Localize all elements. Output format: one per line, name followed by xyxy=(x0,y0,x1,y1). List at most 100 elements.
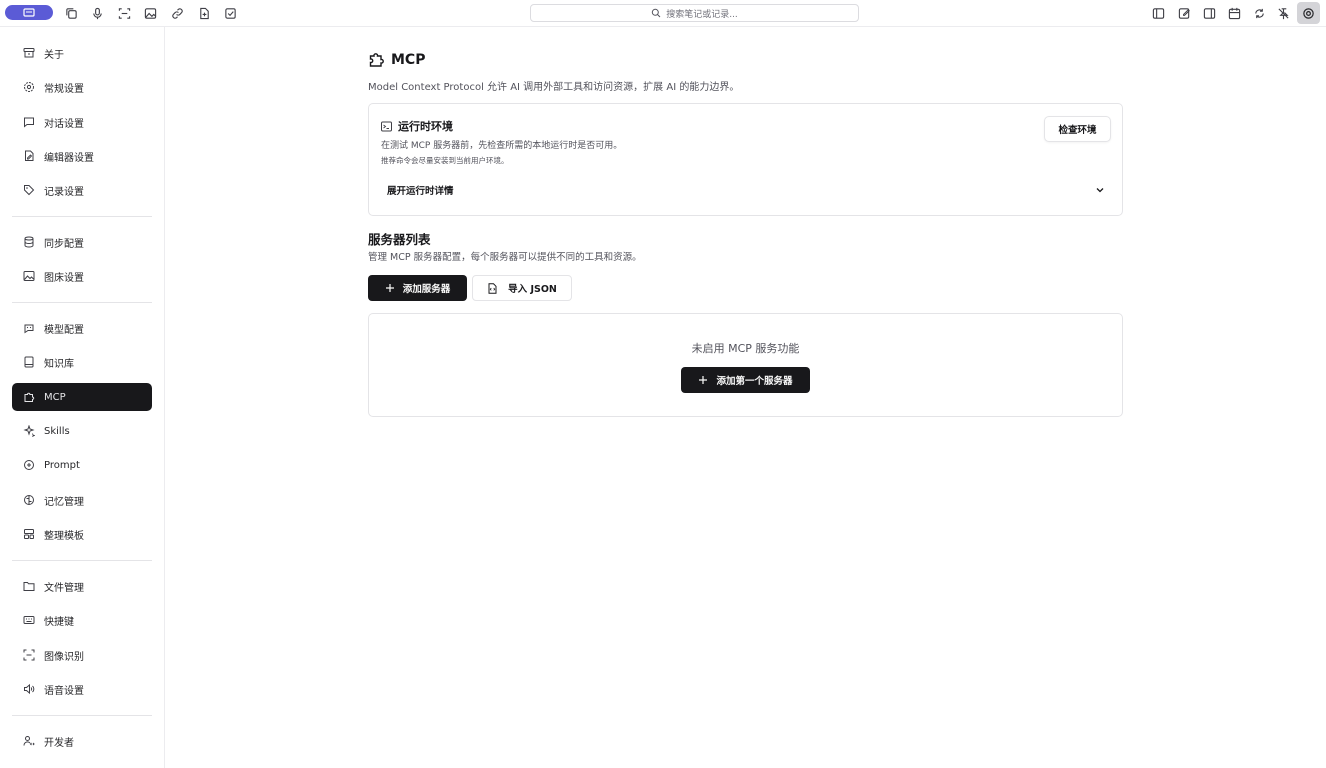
database-icon xyxy=(23,236,35,248)
panel-icon[interactable] xyxy=(1202,6,1216,20)
sidebar-item-image-host[interactable]: 图床设置 xyxy=(12,262,152,290)
settings-icon xyxy=(1303,7,1314,19)
sidebar-item-label: 快捷键 xyxy=(44,616,74,628)
record-mode-button[interactable] xyxy=(5,5,53,20)
sidebar-item-label: 记录设置 xyxy=(44,186,84,198)
sidebar-item-label: 知识库 xyxy=(44,358,74,370)
link-icon[interactable] xyxy=(170,6,184,20)
calendar-icon[interactable] xyxy=(1227,6,1241,20)
search-input[interactable]: 搜索笔记或记录... xyxy=(530,4,859,22)
file-edit-icon xyxy=(23,150,35,162)
settings-icon xyxy=(23,81,35,93)
sidebar-item-model[interactable]: 模型配置 xyxy=(12,314,152,342)
server-list-description: 管理 MCP 服务器配置，每个服务器可以提供不同的工具和资源。 xyxy=(368,252,642,263)
chevron-down-icon xyxy=(1096,188,1104,193)
runtime-details-toggle[interactable]: 展开运行时详情 xyxy=(387,181,1105,199)
sidebar-divider xyxy=(12,302,152,303)
search-placeholder: 搜索笔记或记录... xyxy=(666,9,738,20)
mic-icon[interactable] xyxy=(90,6,104,20)
sidebar-item-label: 语音设置 xyxy=(44,685,84,697)
import-json-label: 导入 JSON xyxy=(508,284,557,295)
scan-icon[interactable] xyxy=(117,6,131,20)
add-server-button[interactable]: 添加服务器 xyxy=(368,275,467,301)
sidebar-item-label: 关于 xyxy=(44,49,64,61)
book-icon xyxy=(23,356,35,368)
file-plus-icon[interactable] xyxy=(197,6,211,20)
sidebar-left-icon[interactable] xyxy=(1151,6,1165,20)
sidebar-item-shortcuts[interactable]: 快捷键 xyxy=(12,606,152,634)
expand-label: 展开运行时详情 xyxy=(387,186,454,197)
sidebar-item-template[interactable]: 整理模板 xyxy=(12,520,152,548)
sidebar-divider xyxy=(12,216,152,217)
image-icon[interactable] xyxy=(143,6,157,20)
check-environment-button[interactable]: 检查环境 xyxy=(1044,116,1111,142)
sidebar-item-label: 文件管理 xyxy=(44,582,84,594)
sidebar-item-files[interactable]: 文件管理 xyxy=(12,572,152,600)
sidebar-divider xyxy=(12,560,152,561)
runtime-card: 运行时环境 在测试 MCP 服务器前，先检查所需的本地运行时是否可用。 推荐命令… xyxy=(368,103,1123,216)
sidebar-item-label: 整理模板 xyxy=(44,530,84,542)
settings-button[interactable] xyxy=(1297,2,1320,24)
page-description: Model Context Protocol 允许 AI 调用外部工具和访问资源… xyxy=(368,82,740,93)
sidebar-item-editor[interactable]: 编辑器设置 xyxy=(12,142,152,170)
sidebar-item-ocr[interactable]: 图像识别 xyxy=(12,641,152,669)
page-header: MCP xyxy=(368,51,425,68)
import-json-button[interactable]: 导入 JSON xyxy=(472,275,572,301)
top-toolbar: 搜索笔记或记录... xyxy=(0,0,1326,27)
sidebar-item-record[interactable]: 记录设置 xyxy=(12,176,152,204)
folder-icon xyxy=(23,580,35,592)
sidebar-item-label: Prompt xyxy=(44,459,80,471)
image-icon xyxy=(23,270,35,282)
scan-icon xyxy=(23,649,35,661)
sidebar-item-label: 同步配置 xyxy=(44,238,84,250)
sidebar-item-skills[interactable]: Skills xyxy=(12,417,152,445)
server-list-title: 服务器列表 xyxy=(368,232,431,247)
plus-icon xyxy=(699,376,708,384)
bot-icon xyxy=(23,322,35,334)
sidebar-item-memory[interactable]: 记忆管理 xyxy=(12,486,152,514)
page-title: MCP xyxy=(391,51,426,68)
edit-icon[interactable] xyxy=(1177,6,1191,20)
sidebar-item-label: 记忆管理 xyxy=(44,496,84,508)
pin-off-icon[interactable] xyxy=(1276,6,1290,20)
sidebar-item-general[interactable]: 常规设置 xyxy=(12,73,152,101)
sidebar-item-developer[interactable]: 开发者 xyxy=(12,727,152,755)
sidebar-item-label: Skills xyxy=(44,425,70,437)
sidebar-item-about[interactable]: 关于 xyxy=(12,39,152,67)
terminal-icon xyxy=(381,121,392,131)
sidebar-item-label: 图床设置 xyxy=(44,272,84,284)
sidebar-item-prompt[interactable]: Prompt xyxy=(12,451,152,479)
tag-icon xyxy=(23,184,35,196)
sync-icon[interactable] xyxy=(1252,6,1266,20)
sidebar-item-label: MCP xyxy=(44,391,66,403)
runtime-description: 在测试 MCP 服务器前，先检查所需的本地运行时是否可用。 xyxy=(381,141,623,151)
runtime-header: 运行时环境 xyxy=(381,118,453,134)
speaker-icon xyxy=(23,683,35,695)
sidebar-item-label: 编辑器设置 xyxy=(44,152,94,164)
user-code-icon xyxy=(23,735,35,747)
checkbox-icon[interactable] xyxy=(223,6,237,20)
sidebar-item-label: 模型配置 xyxy=(44,324,84,336)
file-json-icon xyxy=(488,282,497,294)
copy-icon[interactable] xyxy=(64,6,78,20)
settings-sidebar: 关于 常规设置 对话设置 编辑器设置 记录设置 同步配置 图床设置 模型配置 知… xyxy=(0,27,165,768)
keyboard-icon xyxy=(23,614,35,626)
layout-icon xyxy=(23,528,35,540)
sidebar-item-label: 对话设置 xyxy=(44,118,84,130)
plus-icon xyxy=(385,284,394,292)
note-icon xyxy=(23,7,35,17)
runtime-title: 运行时环境 xyxy=(398,120,453,133)
add-first-server-label: 添加第一个服务器 xyxy=(716,376,793,387)
search-icon xyxy=(652,8,661,18)
sidebar-item-voice[interactable]: 语音设置 xyxy=(12,675,152,703)
add-first-server-button[interactable]: 添加第一个服务器 xyxy=(681,367,810,393)
sidebar-item-label: 常规设置 xyxy=(44,83,84,95)
sidebar-item-knowledge[interactable]: 知识库 xyxy=(12,348,152,376)
server-empty-state: 未启用 MCP 服务功能 添加第一个服务器 xyxy=(368,313,1123,417)
sidebar-item-sync[interactable]: 同步配置 xyxy=(12,228,152,256)
sidebar-item-chat[interactable]: 对话设置 xyxy=(12,108,152,136)
add-server-label: 添加服务器 xyxy=(402,284,451,295)
sidebar-item-mcp[interactable]: MCP xyxy=(12,383,152,411)
sidebar-divider xyxy=(12,715,152,716)
puzzle-icon xyxy=(23,391,35,403)
